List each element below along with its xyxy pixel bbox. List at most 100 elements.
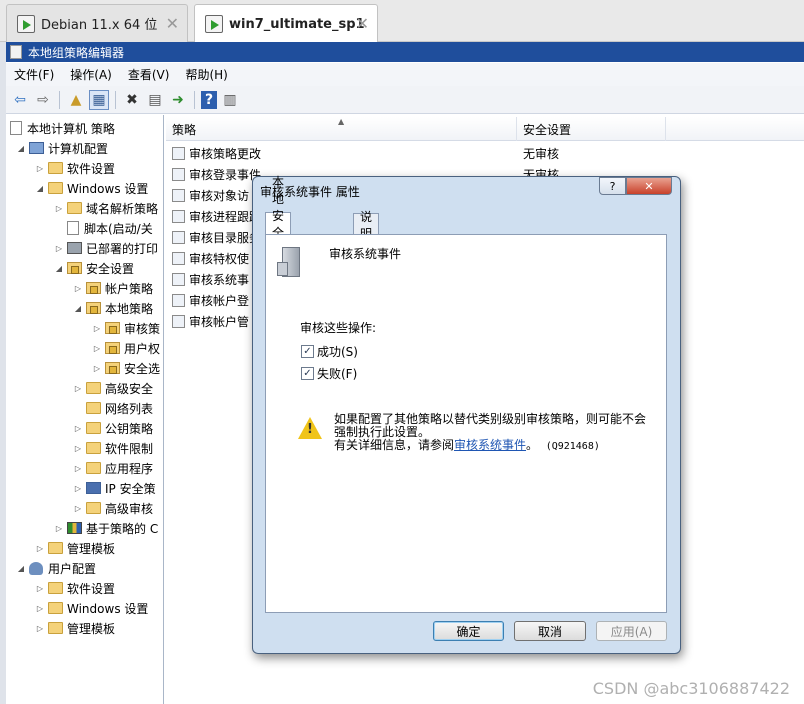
policy-name: 审核特权使	[189, 251, 250, 266]
tree-item-user-rights[interactable]: ▷ 用户权	[92, 338, 160, 358]
policy-icon	[172, 314, 185, 328]
tree-label: 软件限制	[105, 441, 154, 456]
delete-icon[interactable]: ✖	[122, 90, 142, 110]
cancel-button[interactable]: 取消	[514, 621, 586, 641]
tree-item-audit-policy[interactable]: ▷ 审核策	[92, 318, 160, 338]
expanded-icon[interactable]: ◢	[73, 304, 83, 313]
list-item[interactable]: 审核对象访	[172, 185, 249, 205]
tree-label: 高级安全	[105, 381, 154, 396]
tree-item-scripts[interactable]: 脚本(启动/关	[54, 218, 153, 238]
collapsed-icon[interactable]: ▷	[35, 544, 45, 553]
menu-action[interactable]: 操作(A)	[62, 66, 120, 83]
list-item[interactable]: 审核帐户管	[172, 311, 249, 331]
list-item[interactable]: 审核系统事	[172, 269, 249, 289]
list-item[interactable]: 审核帐户登	[172, 290, 249, 310]
tree-item-network-list[interactable]: 网络列表	[73, 398, 153, 418]
tree-item-dns-policy[interactable]: ▷ 域名解析策略	[54, 198, 158, 218]
collapsed-icon[interactable]: ▷	[92, 364, 102, 373]
success-checkbox-row[interactable]: ✓ 成功(S)	[301, 343, 358, 360]
list-item[interactable]: 审核进程跟踪	[172, 206, 261, 226]
up-folder-icon[interactable]: ▲	[66, 90, 86, 110]
list-item[interactable]: 审核目录服务	[172, 227, 261, 247]
tree-item-ip-security[interactable]: ▷ IP 安全策	[73, 478, 156, 498]
tree-item-deployed-printers[interactable]: ▷ 已部署的打印	[54, 238, 158, 258]
expanded-icon[interactable]: ◢	[54, 264, 64, 273]
collapsed-icon[interactable]: ▷	[35, 584, 45, 593]
collapsed-icon[interactable]: ▷	[35, 164, 45, 173]
collapsed-icon[interactable]: ▷	[54, 244, 64, 253]
view-icon[interactable]: ▥	[220, 90, 240, 110]
collapsed-icon[interactable]: ▷	[92, 344, 102, 353]
show-tree-icon[interactable]: ▦	[89, 89, 109, 110]
list-item[interactable]: 审核策略更改	[172, 143, 261, 163]
tree-label: 审核策	[124, 321, 161, 336]
tree-item-app-control[interactable]: ▷ 应用程序	[73, 458, 153, 478]
folder-icon	[48, 622, 63, 634]
failure-checkbox-row[interactable]: ✓ 失败(F)	[301, 365, 357, 382]
tree-item-software-settings[interactable]: ▷ 软件设置	[35, 158, 115, 178]
tree-item-windows-settings[interactable]: ◢ Windows 设置	[35, 178, 148, 198]
tree-item-user-windows-settings[interactable]: ▷ Windows 设置	[35, 598, 148, 618]
tab-explain[interactable]: 说明	[353, 210, 380, 241]
policy-icon	[172, 188, 185, 202]
vm-icon	[205, 15, 223, 33]
success-checkbox[interactable]: ✓	[301, 345, 314, 358]
tree-item-local-policies[interactable]: ◢ 本地策略	[73, 298, 153, 318]
expanded-icon[interactable]: ◢	[35, 184, 45, 193]
collapsed-icon[interactable]: ▷	[73, 284, 83, 293]
help-button[interactable]: ?	[599, 177, 626, 195]
export-icon[interactable]: ➜	[168, 90, 188, 110]
forward-icon[interactable]: ⇨	[33, 90, 53, 110]
close-button[interactable]: ✕	[626, 177, 672, 195]
tree-item-local-policy[interactable]: 本地计算机 策略	[10, 118, 115, 138]
chart-icon	[67, 522, 82, 534]
tree-item-user-config[interactable]: ◢ 用户配置	[16, 558, 96, 578]
policy-name: 审核帐户登	[189, 293, 250, 308]
back-icon[interactable]: ⇦	[10, 90, 30, 110]
collapsed-icon[interactable]: ▷	[35, 604, 45, 613]
tree-item-account-policies[interactable]: ▷ 帐户策略	[73, 278, 153, 298]
vm-tab-debian[interactable]: Debian 11.x 64 位 ✕	[6, 4, 188, 42]
vm-tab-win7[interactable]: win7_ultimate_sp1 ✕	[194, 4, 378, 43]
collapsed-icon[interactable]: ▷	[35, 624, 45, 633]
close-icon[interactable]: ✕	[166, 14, 179, 33]
tree-item-public-key[interactable]: ▷ 公钥策略	[73, 418, 153, 438]
failure-checkbox[interactable]: ✓	[301, 367, 314, 380]
close-icon[interactable]: ✕	[356, 14, 369, 33]
tree-item-software-restriction[interactable]: ▷ 软件限制	[73, 438, 153, 458]
toolbar-separator	[115, 90, 116, 109]
menu-file[interactable]: 文件(F)	[6, 66, 62, 83]
ok-button[interactable]: 确定	[433, 621, 504, 641]
menu-help[interactable]: 帮助(H)	[177, 66, 235, 83]
list-item[interactable]: 审核特权使	[172, 248, 249, 268]
properties-icon[interactable]: ▤	[145, 90, 165, 110]
tree-item-advanced-audit[interactable]: ▷ 高级审核	[73, 498, 153, 518]
column-header-setting[interactable]: 安全设置	[517, 117, 666, 141]
help-link[interactable]: 审核系统事件	[454, 438, 526, 452]
collapsed-icon[interactable]: ▷	[54, 524, 64, 533]
tree-item-computer-config[interactable]: ◢ 计算机配置	[16, 138, 108, 158]
collapsed-icon[interactable]: ▷	[73, 504, 83, 513]
collapsed-icon[interactable]: ▷	[73, 424, 83, 433]
tree-item-security-settings[interactable]: ◢ 安全设置	[54, 258, 134, 278]
folder-icon	[86, 502, 101, 514]
expanded-icon[interactable]: ◢	[16, 144, 26, 153]
collapsed-icon[interactable]: ▷	[73, 484, 83, 493]
collapsed-icon[interactable]: ▷	[54, 204, 64, 213]
tree-item-policy-qos[interactable]: ▷ 基于策略的 C	[54, 518, 158, 538]
tree-item-user-admin-templates[interactable]: ▷ 管理模板	[35, 618, 115, 638]
tree-item-advanced-firewall[interactable]: ▷ 高级安全	[73, 378, 153, 398]
menu-view[interactable]: 查看(V)	[120, 66, 178, 83]
tree-item-user-software-settings[interactable]: ▷ 软件设置	[35, 578, 115, 598]
expanded-icon[interactable]: ◢	[16, 564, 26, 573]
collapsed-icon[interactable]: ▷	[73, 464, 83, 473]
collapsed-icon[interactable]: ▷	[73, 384, 83, 393]
apply-button[interactable]: 应用(A)	[596, 621, 667, 641]
tab-local-security-setting[interactable]: 本地安全设置	[265, 175, 292, 274]
help-icon[interactable]: ?	[201, 90, 217, 109]
list-item[interactable]: 审核登录事件	[172, 164, 261, 184]
tree-item-security-options[interactable]: ▷ 安全选	[92, 358, 160, 378]
collapsed-icon[interactable]: ▷	[92, 324, 102, 333]
tree-item-admin-templates[interactable]: ▷ 管理模板	[35, 538, 115, 558]
collapsed-icon[interactable]: ▷	[73, 444, 83, 453]
